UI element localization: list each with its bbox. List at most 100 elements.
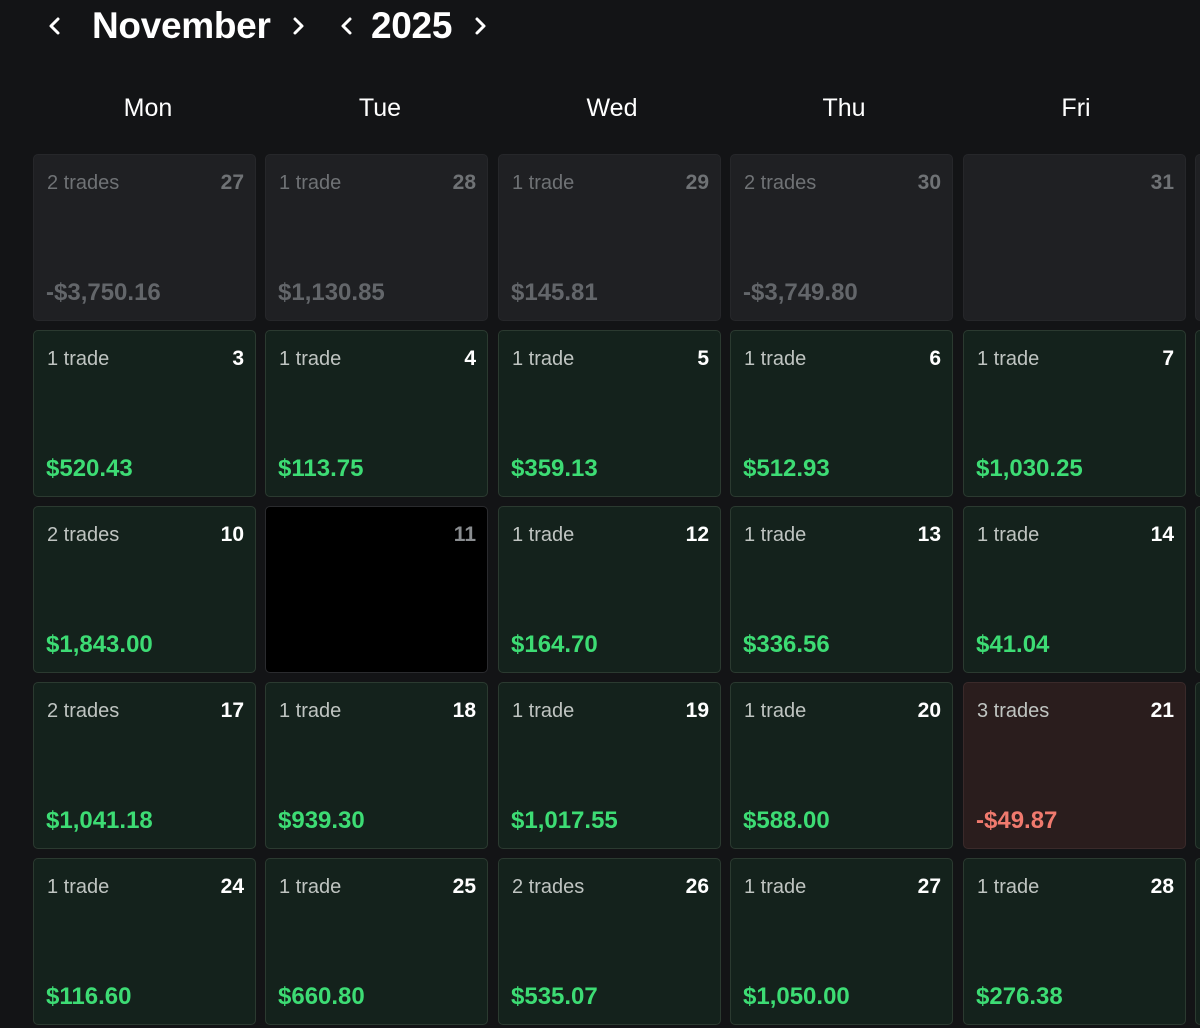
day-number: 5	[697, 347, 709, 370]
day-cell[interactable]: 1 trade 7 $1,030.25	[963, 330, 1186, 497]
day-number: 14	[1150, 523, 1174, 546]
day-number: 25	[452, 875, 476, 898]
day-cell[interactable]: 1 trade 4 $113.75	[265, 330, 488, 497]
day-cell[interactable]: 1 trade 29 $145.81	[498, 154, 721, 321]
day-number: 17	[220, 699, 244, 722]
day-cell[interactable]: 31	[963, 154, 1186, 321]
day-cell[interactable]: 3 trades 21 -$49.87	[963, 682, 1186, 849]
trade-count: 2 trades	[512, 876, 585, 898]
pnl-value: $1,017.55	[511, 807, 618, 834]
day-cell[interactable]: 1 trade 27 $1,050.00	[730, 858, 953, 1025]
trade-count: 1 trade	[512, 524, 575, 546]
pnl-value: $116.60	[46, 983, 132, 1010]
day-cell-partial[interactable]	[1195, 330, 1200, 497]
day-number: 11	[453, 523, 476, 546]
pnl-value: -$49.87	[976, 807, 1058, 834]
trade-count: 1 trade	[279, 876, 342, 898]
trade-count: 3 trades	[977, 700, 1050, 722]
day-number: 12	[685, 523, 709, 546]
trade-count: 1 trade	[512, 348, 575, 370]
day-cell-partial[interactable]	[1195, 506, 1200, 673]
trade-count: 2 trades	[47, 172, 120, 194]
day-cell[interactable]: 1 trade 12 $164.70	[498, 506, 721, 673]
trade-count: 1 trade	[512, 700, 575, 722]
day-cell[interactable]: 2 trades 26 $535.07	[498, 858, 721, 1025]
day-number: 20	[917, 699, 941, 722]
pnl-value: $113.75	[278, 455, 364, 482]
trade-count: 1 trade	[744, 700, 807, 722]
pnl-value: $1,050.00	[743, 983, 850, 1010]
day-number: 19	[685, 699, 709, 722]
trade-count: 2 trades	[744, 172, 817, 194]
trade-count: 1 trade	[279, 172, 342, 194]
day-cell[interactable]: 1 trade 20 $588.00	[730, 682, 953, 849]
trade-count: 1 trade	[279, 348, 342, 370]
pnl-value: $660.80	[278, 983, 365, 1010]
day-number: 31	[1150, 171, 1174, 194]
trade-count: 2 trades	[47, 524, 120, 546]
pnl-value: $145.81	[511, 279, 598, 306]
trade-count: 1 trade	[744, 876, 807, 898]
day-number: 29	[685, 171, 709, 194]
day-cell[interactable]: 2 trades 27 -$3,750.16	[33, 154, 256, 321]
trade-count: 1 trade	[47, 348, 110, 370]
calendar-grid: 2 trades 27 -$3,750.16 1 trade 28 $1,130.85 1 …	[0, 0, 1200, 1028]
day-cell[interactable]: 1 trade 28 $1,130.85	[265, 154, 488, 321]
day-number: 6	[929, 347, 941, 370]
day-number: 26	[685, 875, 709, 898]
trade-count: 1 trade	[47, 876, 110, 898]
day-cell[interactable]: 1 trade 14 $41.04	[963, 506, 1186, 673]
day-cell-partial[interactable]	[1195, 682, 1200, 849]
pnl-value: $359.13	[511, 455, 598, 482]
day-cell[interactable]: 2 trades 10 $1,843.00	[33, 506, 256, 673]
day-number: 10	[220, 523, 244, 546]
pnl-value: -$3,749.80	[743, 279, 858, 306]
day-number: 7	[1162, 347, 1174, 370]
pnl-value: $939.30	[278, 807, 365, 834]
pnl-value: $1,843.00	[46, 631, 153, 658]
day-cell[interactable]: 1 trade 5 $359.13	[498, 330, 721, 497]
trade-count: 1 trade	[977, 876, 1040, 898]
day-cell[interactable]: 2 trades 17 $1,041.18	[33, 682, 256, 849]
pnl-value: $512.93	[743, 455, 830, 482]
day-number: 4	[464, 347, 476, 370]
day-cell[interactable]: 2 trades 30 -$3,749.80	[730, 154, 953, 321]
day-number: 24	[220, 875, 244, 898]
pnl-value: $1,041.18	[46, 807, 153, 834]
day-cell-partial[interactable]	[1195, 154, 1200, 321]
trade-count: 1 trade	[279, 700, 342, 722]
day-number: 28	[1150, 875, 1174, 898]
day-cell[interactable]: 1 trade 6 $512.93	[730, 330, 953, 497]
day-cell-partial[interactable]	[1195, 858, 1200, 1025]
pnl-value: $41.04	[976, 631, 1050, 658]
day-number: 28	[452, 171, 476, 194]
day-cell[interactable]: 11	[265, 506, 488, 673]
trade-count: 1 trade	[512, 172, 575, 194]
day-number: 27	[917, 875, 941, 898]
day-cell[interactable]: 1 trade 18 $939.30	[265, 682, 488, 849]
day-cell[interactable]: 1 trade 19 $1,017.55	[498, 682, 721, 849]
pnl-value: $1,130.85	[278, 279, 385, 306]
day-cell[interactable]: 1 trade 25 $660.80	[265, 858, 488, 1025]
pnl-value: $164.70	[511, 631, 598, 658]
day-cell[interactable]: 1 trade 24 $116.60	[33, 858, 256, 1025]
pnl-value: $588.00	[743, 807, 830, 834]
day-number: 13	[917, 523, 941, 546]
day-cell[interactable]: 1 trade 3 $520.43	[33, 330, 256, 497]
trade-count: 1 trade	[977, 524, 1040, 546]
day-number: 3	[232, 347, 244, 370]
trade-count: 2 trades	[47, 700, 120, 722]
pnl-value: $336.56	[743, 631, 830, 658]
day-number: 21	[1150, 699, 1174, 722]
pnl-value: $535.07	[511, 983, 598, 1010]
pnl-value: -$3,750.16	[46, 279, 161, 306]
pnl-value: $276.38	[976, 983, 1063, 1010]
day-cell[interactable]: 1 trade 28 $276.38	[963, 858, 1186, 1025]
pnl-value: $520.43	[46, 455, 133, 482]
day-number: 27	[220, 171, 244, 194]
day-cell[interactable]: 1 trade 13 $336.56	[730, 506, 953, 673]
pnl-value: $1,030.25	[976, 455, 1083, 482]
trade-count: 1 trade	[977, 348, 1040, 370]
day-number: 30	[917, 171, 941, 194]
trade-count: 1 trade	[744, 348, 807, 370]
